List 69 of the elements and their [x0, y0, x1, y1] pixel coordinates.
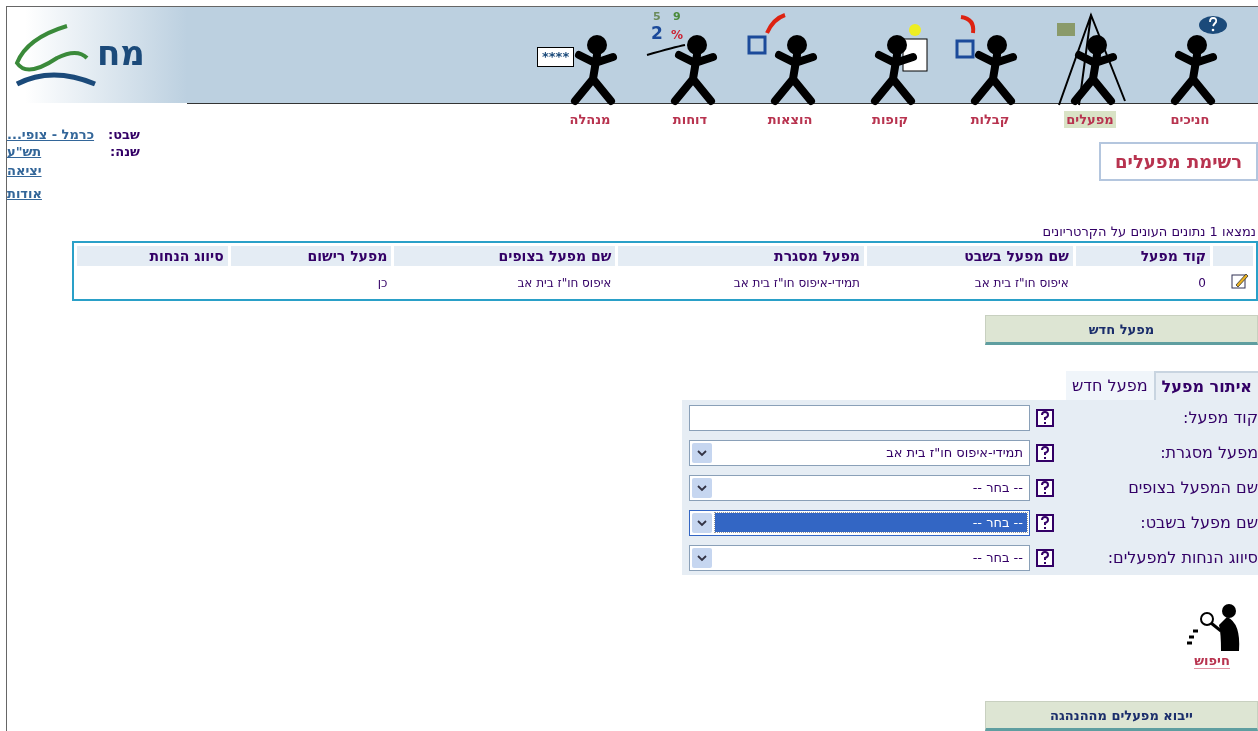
- new-item-button[interactable]: מפעל חדש: [985, 315, 1258, 345]
- field-label: מפעל מסגרת:: [1159, 443, 1258, 462]
- speech-bubble-icon: [1199, 16, 1227, 34]
- dropdown[interactable]: -- בחר --: [689, 544, 1030, 571]
- stick-figure-icon: [571, 35, 617, 105]
- column-header: קוד מפעל: [1075, 246, 1210, 266]
- help-icon[interactable]: [1036, 478, 1054, 497]
- info-label: שנה:: [109, 144, 140, 159]
- table-cell-text: 0: [1197, 274, 1207, 292]
- chart-number: 9: [673, 11, 681, 22]
- import-button[interactable]: ייבוא מפעלים מההנהגה: [985, 701, 1258, 731]
- dropdown-value: -- בחר --: [971, 479, 1024, 497]
- stick-figure-icon: [1071, 35, 1117, 105]
- column-header: שם מפעל בצופים: [394, 246, 616, 266]
- tab[interactable]: מפעל חדש: [1066, 371, 1154, 400]
- nav-item[interactable]: חניכים: [1168, 111, 1212, 128]
- result-count: נמצאו 1 נתונים העונים על הקרטריונים: [1041, 223, 1257, 241]
- field-label: קוד מפעל:: [1182, 408, 1258, 427]
- tab[interactable]: איתור מפעל: [1153, 371, 1258, 400]
- column-header: שם מפעל בשבט: [867, 246, 1073, 266]
- field-label: שם המפעל בצופים: [1127, 478, 1258, 497]
- chart-number: 2: [651, 25, 663, 42]
- field-label: סיווג הנחות למפעלים:: [1106, 548, 1258, 567]
- stick-figure-icon: [971, 35, 1017, 105]
- info-link[interactable]: תש"ע: [7, 144, 95, 159]
- nav-item[interactable]: מנהלה: [567, 111, 613, 128]
- dropdown-value: -- בחר --: [715, 513, 1027, 532]
- nav-link[interactable]: יציאה: [7, 163, 95, 178]
- column-header: מפעל מסגרת: [618, 246, 864, 266]
- chart-number: 5: [653, 11, 661, 22]
- edit-icon[interactable]: [1231, 272, 1249, 290]
- help-icon[interactable]: [1036, 408, 1054, 427]
- table-cell-text: איפוס חו"ז בית אב: [516, 274, 613, 292]
- input-field[interactable]: [689, 404, 1030, 431]
- stick-figure-icon: [871, 35, 917, 105]
- table-cell-text: כן: [376, 274, 389, 292]
- password-card: ****: [537, 47, 575, 68]
- nav-item[interactable]: דוחות: [670, 111, 710, 128]
- arrow-and-square-icon: [747, 13, 786, 55]
- dropdown[interactable]: תמידי-איפוס חו"ז בית אב: [689, 439, 1030, 466]
- percent-sign: %: [671, 29, 684, 41]
- stick-figure-icon: [1171, 35, 1217, 105]
- help-icon[interactable]: [1036, 513, 1054, 532]
- stick-figure-icon: [771, 35, 817, 105]
- dropdown-value: -- בחר --: [971, 549, 1024, 567]
- nav-item[interactable]: הוצאות: [765, 111, 815, 128]
- dropdown[interactable]: -- בחר --: [689, 509, 1030, 536]
- tripod-flag-icon: [1057, 12, 1126, 106]
- nav-item[interactable]: קבלות: [968, 111, 1012, 128]
- info-link[interactable]: כרמל - צופי...: [7, 127, 95, 142]
- nav-item[interactable]: קופות: [870, 111, 910, 128]
- info-label: שבט:: [108, 127, 140, 142]
- page-title: רשימת מפעלים: [1099, 142, 1258, 181]
- dropdown[interactable]: -- בחר --: [689, 474, 1030, 501]
- table-cell-text: תמידי-איפוס חו"ז בית אב: [732, 274, 861, 292]
- arrow-and-square-icon: [955, 15, 976, 59]
- nav-item[interactable]: מפעלים: [1064, 111, 1116, 128]
- header-cell: [1213, 246, 1253, 266]
- help-icon[interactable]: [1036, 548, 1054, 567]
- column-header: סיווג הנחות: [77, 246, 228, 266]
- column-header: מפעל רישום: [230, 246, 392, 266]
- help-icon[interactable]: [1036, 443, 1054, 462]
- logo: מח: [97, 33, 145, 73]
- field-label: שם מפעל בשבט:: [1139, 513, 1258, 532]
- nav-link[interactable]: אודות: [7, 186, 95, 201]
- table-cell-text: איפוס חו"ז בית אב: [973, 274, 1070, 292]
- dropdown-value: תמידי-איפוס חו"ז בית אב: [885, 444, 1024, 462]
- ballot-box-icon: [902, 24, 928, 72]
- search-link[interactable]: חיפוש: [1166, 575, 1258, 669]
